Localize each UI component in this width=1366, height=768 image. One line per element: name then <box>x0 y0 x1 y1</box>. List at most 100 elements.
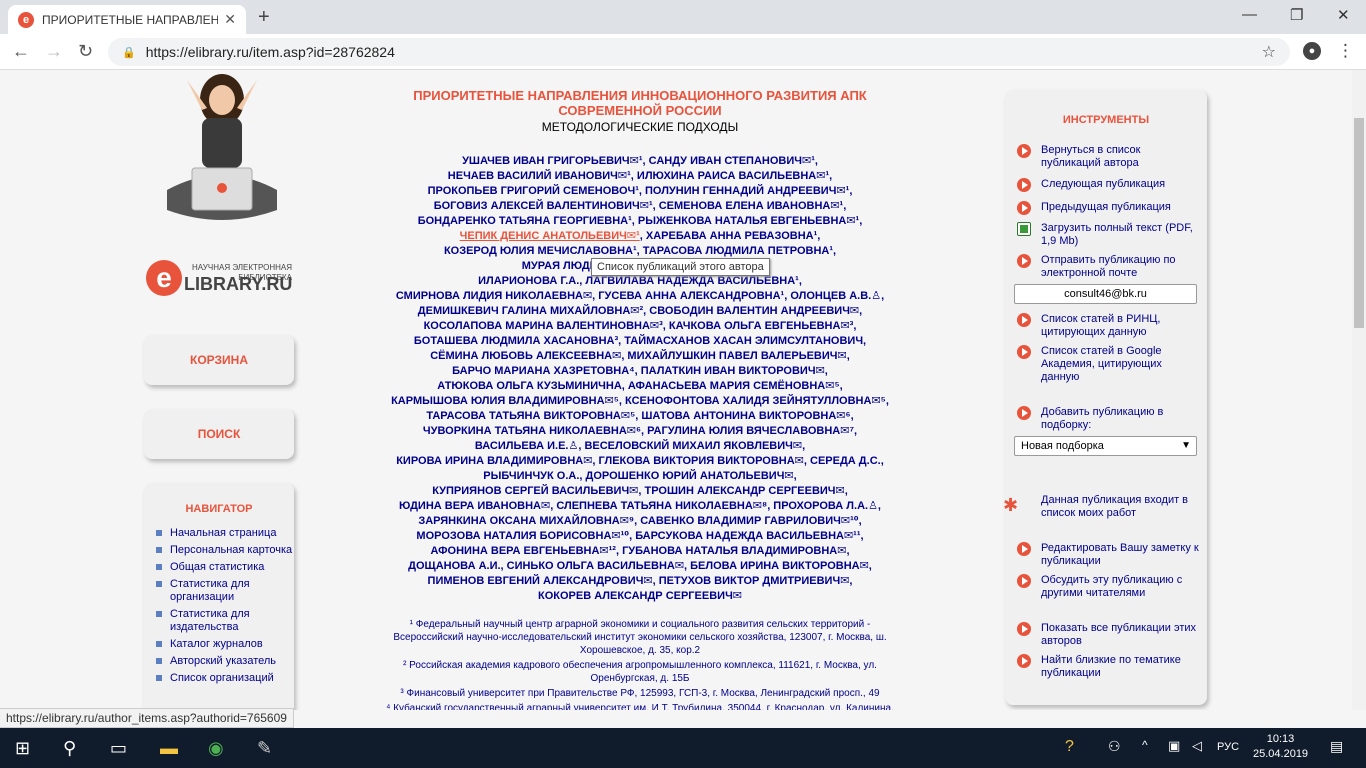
find-similar-link[interactable]: Найти близкие по тематике публикации <box>1017 654 1202 680</box>
author-line[interactable]: НЕЧАЕВ ВАСИЛИЙ ИВАНОВИЧ✉¹, ИЛЮХИНА РАИСА… <box>380 169 900 184</box>
author-line[interactable]: РЫБЧИНЧУК О.А., ДОРОШЕНКО ЮРИЙ АНАТОЛЬЕВ… <box>380 469 900 484</box>
network-icon[interactable]: ▣ <box>1168 738 1180 754</box>
scholar-citations-link[interactable]: Список статей в Google Академия, цитирую… <box>1017 345 1202 384</box>
show-all-authors-publications-link[interactable]: Показать все публикации этих авторов <box>1017 622 1202 648</box>
nav-item-general-stats[interactable]: Общая статистика <box>156 561 294 574</box>
author-line[interactable]: ПИМЕНОВ ЕВГЕНИЙ АЛЕКСАНДРОВИЧ✉, ПЕТУХОВ … <box>380 574 900 589</box>
task-view-icon[interactable]: ▭ <box>110 738 127 759</box>
page-scrollbar[interactable] <box>1352 70 1366 710</box>
nav-item-personal-card[interactable]: Персональная карточка <box>156 544 294 557</box>
author-line[interactable]: УШАЧЕВ ИВАН ГРИГОРЬЕВИЧ✉¹, САНДУ ИВАН СТ… <box>380 154 900 169</box>
people-icon[interactable]: ⚇ <box>1108 738 1121 755</box>
rinc-citations-link[interactable]: Список статей в РИНЦ, цитирующих данную <box>1017 313 1202 339</box>
author-line[interactable]: АФОНИНА ВЕРА ЕВГЕНЬЕВНА✉¹², ГУБАНОВА НАТ… <box>380 544 900 559</box>
navigator-panel: НАВИГАТОР Начальная страница Персональна… <box>144 483 294 710</box>
profile-icon[interactable]: ● <box>1303 42 1321 60</box>
download-pdf-link[interactable]: Загрузить полный текст (PDF, 1,9 Mb) <box>1017 222 1202 248</box>
browser-tab[interactable]: e ПРИОРИТЕТНЫЕ НАПРАВЛЕНИ ✕ <box>8 5 246 34</box>
author-line[interactable]: БАРЧО МАРИАНА ХАЗРЕТОВНА⁴, ПАЛАТКИН ИВАН… <box>380 364 900 379</box>
author-line[interactable]: КОКОРЕВ АЛЕКСАНДР СЕРГЕЕВИЧ✉ <box>380 589 900 604</box>
article-subtitle: МЕТОДОЛОГИЧЕСКИЕ ПОДХОДЫ <box>541 120 739 134</box>
elibrary-logo[interactable]: e НАУЧНАЯ ЭЛЕКТРОННАЯ БИБЛИОТЕКА LIBRARY… <box>146 260 306 304</box>
paint-icon[interactable]: ✎ <box>257 738 272 759</box>
nav-item-journals[interactable]: Каталог журналов <box>156 638 294 651</box>
search-button[interactable]: ПОИСК <box>144 409 294 459</box>
author-line[interactable]: ДЕМИШКЕВИЧ ГАЛИНА МИХАЙЛОВНА✉², СВОБОДИН… <box>380 304 900 319</box>
author-line[interactable]: ЮДИНА ВЕРА ИВАНОВНА✉, СЛЕПНЕВА ТАТЬЯНА Н… <box>380 499 900 514</box>
author-line[interactable]: ЗАРЯНКИНА ОКСАНА МИХАЙЛОВНА✉⁹, САВЕНКО В… <box>380 514 900 529</box>
reload-icon[interactable]: ↻ <box>78 41 93 62</box>
chrome-icon[interactable]: ◉ <box>208 738 224 759</box>
notification-icon[interactable]: ▤ <box>1330 738 1343 755</box>
author-line[interactable]: КУПРИЯНОВ СЕРГЕЙ ВАСИЛЬЕВИЧ✉, ТРОШИН АЛЕ… <box>380 484 900 499</box>
bullet-icon <box>156 641 162 647</box>
author-line[interactable]: АТЮКОВА ОЛЬГА КУЗЬМИНИЧНА, АФАНАСЬЕВА МА… <box>380 379 900 394</box>
restore-icon[interactable]: ❐ <box>1290 6 1303 24</box>
prev-publication-link[interactable]: Предыдущая публикация <box>1017 201 1202 215</box>
help-icon[interactable]: ? <box>1065 738 1074 756</box>
arrow-circle-icon <box>1017 178 1031 192</box>
pdf-icon <box>1017 222 1031 236</box>
asterisk-icon: ✱ <box>1003 495 1019 515</box>
bullet-icon <box>156 675 162 681</box>
author-line[interactable]: ТАРАСОВА ТАТЬЯНА ВИКТОРОВНА✉⁵, ШАТОВА АН… <box>380 409 900 424</box>
author-line[interactable]: КОСОЛАПОВА МАРИНА ВАЛЕНТИНОВНА✉³, КАЧКОВ… <box>380 319 900 334</box>
author-line[interactable]: БОНДАРЕНКО ТАТЬЯНА ГЕОРГИЕВНА¹, РЫЖЕНКОВ… <box>380 214 900 229</box>
author-line[interactable]: ДОЩАНОВА А.И., СИНЬКО ОЛЬГА ВАСИЛЬЕВНА✉,… <box>380 559 900 574</box>
nav-item-home[interactable]: Начальная страница <box>156 527 294 540</box>
author-line[interactable]: ПРОКОПЬЕВ ГРИГОРИЙ СЕМЕНОВОЧ¹, ПОЛУНИН Г… <box>380 184 900 199</box>
discuss-link[interactable]: Обсудить эту публикацию с другими читате… <box>1017 574 1202 600</box>
window-close-icon[interactable]: ✕ <box>1337 6 1350 24</box>
author-line[interactable]: КАРМЫШОВА ЮЛИЯ ВЛАДИМИРОВНА✉⁵, КСЕНОФОНТ… <box>380 394 900 409</box>
nav-item-org-stats[interactable]: Статистика для организации <box>156 578 294 604</box>
tools-panel: ИНСТРУМЕНТЫ Вернуться в список публикаци… <box>1003 90 1207 705</box>
forward-arrow-icon[interactable]: → <box>45 41 63 62</box>
new-tab-icon[interactable]: + <box>258 6 270 29</box>
author-line[interactable]: ИЛАРИОНОВА Г.А., ЛАГВИЛАВА НАДЕЖДА ВАСИЛ… <box>380 274 900 289</box>
language-indicator[interactable]: РУС <box>1217 741 1239 753</box>
edit-note-link[interactable]: Редактировать Вашу заметку к публикации <box>1017 542 1202 568</box>
in-my-works-note: ✱ Данная публикация входит в список моих … <box>1003 494 1189 519</box>
address-bar[interactable]: 🔒 https://elibrary.ru/item.asp?id=287628… <box>108 38 1290 66</box>
chevron-up-icon[interactable]: ^ <box>1142 738 1148 752</box>
arrow-circle-icon <box>1017 654 1031 668</box>
search-icon[interactable]: ⚲ <box>63 738 76 759</box>
menu-kebab-icon[interactable]: ⋮ <box>1337 41 1354 61</box>
author-line[interactable]: СМИРНОВА ЛИДИЯ НИКОЛАЕВНА✉, ГУСЕВА АННА … <box>380 289 900 304</box>
nav-item-publisher-stats[interactable]: Статистика для издательства <box>156 608 294 634</box>
clock[interactable]: 10:13 25.04.2019 <box>1253 732 1308 762</box>
author-line[interactable]: БОГОВИЗ АЛЕКСЕЙ ВАЛЕНТИНОВИЧ✉¹, СЕМЕНОВА… <box>380 199 900 214</box>
clock-time: 10:13 <box>1266 733 1295 745</box>
windows-start-icon[interactable]: ⊞ <box>15 738 30 759</box>
author-line[interactable]: КОЗЕРОД ЮЛИЯ МЕЧИСЛАВОВНА¹, ТАРАСОВА ЛЮД… <box>380 244 900 259</box>
arrow-circle-icon <box>1017 622 1031 636</box>
author-tooltip: Список публикаций этого автора <box>591 258 770 276</box>
email-input[interactable]: consult46@bk.ru <box>1014 284 1197 304</box>
nav-item-authors[interactable]: Авторский указатель <box>156 655 294 668</box>
author-line[interactable]: СЁМИНА ЛЮБОВЬ АЛЕКСЕЕВНА✉, МИХАЙЛУШКИН П… <box>380 349 900 364</box>
send-email-link[interactable]: Отправить публикацию по электронной почт… <box>1017 254 1202 280</box>
next-publication-link[interactable]: Следующая публикация <box>1017 178 1202 192</box>
close-icon[interactable]: ✕ <box>224 11 236 28</box>
author-line[interactable]: МОРОЗОВА НАТАЛИЯ БОРИСОВНА✉¹⁰, БАРСУКОВА… <box>380 529 900 544</box>
minimize-icon[interactable]: — <box>1242 6 1257 23</box>
highlighted-author-link[interactable]: ЧЕПИК ДЕНИС АНАТОЛЬЕВИЧ✉¹ <box>460 230 640 242</box>
nav-item-organizations[interactable]: Список организаций <box>156 672 294 685</box>
volume-icon[interactable]: ◁ <box>1192 738 1202 754</box>
author-line[interactable]: БОТАШЕВА ЛЮДМИЛА ХАСАНОВНА³, ТАЙМАСХАНОВ… <box>380 334 900 349</box>
bullet-icon <box>156 611 162 617</box>
author-line[interactable]: КИРОВА ИРИНА ВЛАДИМИРОВНА✉, ГЛЕКОВА ВИКТ… <box>380 454 900 469</box>
author-line[interactable]: ЧЕПИК ДЕНИС АНАТОЛЬЕВИЧ✉¹, ХАРЕБАВА АННА… <box>380 229 900 244</box>
arrow-circle-icon <box>1017 574 1031 588</box>
bookmark-star-icon[interactable]: ☆ <box>1262 42 1276 62</box>
collection-select[interactable]: Новая подборка ▼ <box>1014 436 1197 456</box>
scroll-thumb[interactable] <box>1354 118 1364 328</box>
arrow-circle-icon <box>1017 542 1031 556</box>
add-to-collection-link[interactable]: Добавить публикацию в подборку: <box>1017 406 1202 432</box>
cart-button[interactable]: КОРЗИНА <box>144 335 294 385</box>
file-explorer-icon[interactable]: ▬ <box>160 738 178 759</box>
author-line[interactable]: ВАСИЛЬЕВА И.Е.♙, ВЕСЕЛОВСКИЙ МИХАИЛ ЯКОВ… <box>380 439 900 454</box>
back-to-author-link[interactable]: Вернуться в список публикаций автора <box>1017 144 1202 170</box>
author-line[interactable]: ЧУВОРКИНА ТАТЬЯНА НИКОЛАЕВНА✉⁶, РАГУЛИНА… <box>380 424 900 439</box>
back-arrow-icon[interactable]: ← <box>12 41 30 62</box>
